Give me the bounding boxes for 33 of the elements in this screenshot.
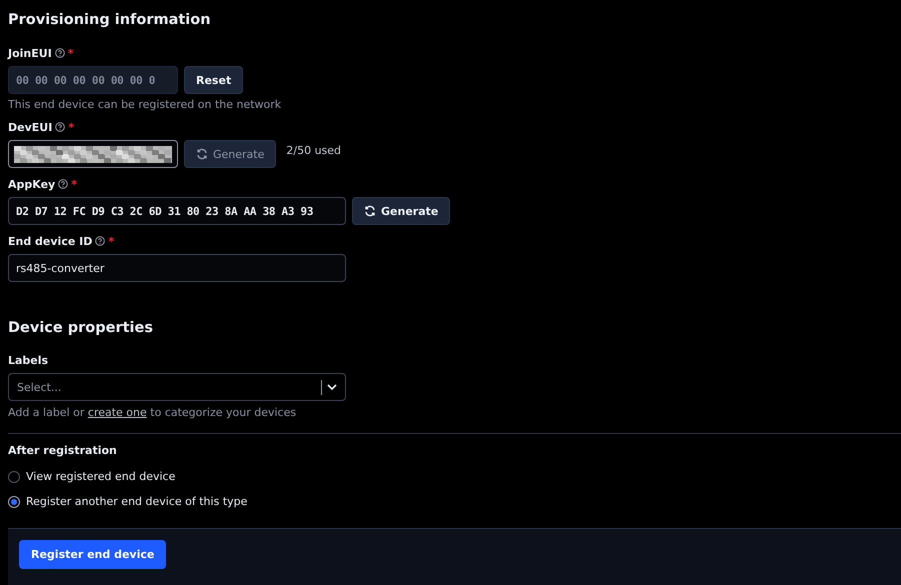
field-label: After registration xyxy=(8,442,118,458)
create-link[interactable]: create one xyxy=(88,406,147,419)
field-hint: This end device can be registered on the network xyxy=(8,98,282,111)
field-label: AppKey xyxy=(8,178,56,190)
register-button[interactable]: Register end device xyxy=(19,540,166,569)
labels-select[interactable]: Select... xyxy=(8,373,346,401)
help-icon[interactable] xyxy=(55,122,66,132)
section-heading: Provisioning information xyxy=(8,12,212,30)
select-input[interactable]: Select... xyxy=(17,380,321,394)
field-hint: Add a label or create one to categorize your devices xyxy=(8,406,298,419)
required-mark: * xyxy=(68,46,74,60)
field-label: JoinEUI xyxy=(8,46,52,60)
refresh-icon xyxy=(196,148,208,160)
required-mark: * xyxy=(108,234,114,248)
generate-button[interactable]: Generate xyxy=(352,197,450,225)
refresh-icon xyxy=(364,205,376,217)
field-label: DevEUI xyxy=(8,120,52,134)
input-field[interactable]: D2 D7 12 FC D9 C3 2C 6D 31 80 23 8A AA 38 A3 93 xyxy=(8,197,346,225)
radio-button[interactable] xyxy=(8,496,20,508)
required-mark: * xyxy=(71,178,77,190)
radio-label[interactable]: View registered end device xyxy=(26,470,176,483)
required-mark: * xyxy=(68,120,74,134)
section-heading: Device properties xyxy=(8,320,154,338)
chevron-down-icon xyxy=(327,384,337,390)
input-field[interactable]: rs485-converter xyxy=(8,254,346,282)
radio-label[interactable]: Register another end device of this type xyxy=(26,495,248,508)
radio-button[interactable] xyxy=(8,470,20,482)
help-icon[interactable] xyxy=(95,236,106,246)
help-icon[interactable] xyxy=(58,179,68,189)
input-field[interactable] xyxy=(8,140,178,168)
usage-count: 2/50 used xyxy=(286,144,342,157)
field-label: End device ID xyxy=(8,234,92,248)
field-label: Labels xyxy=(8,352,50,368)
